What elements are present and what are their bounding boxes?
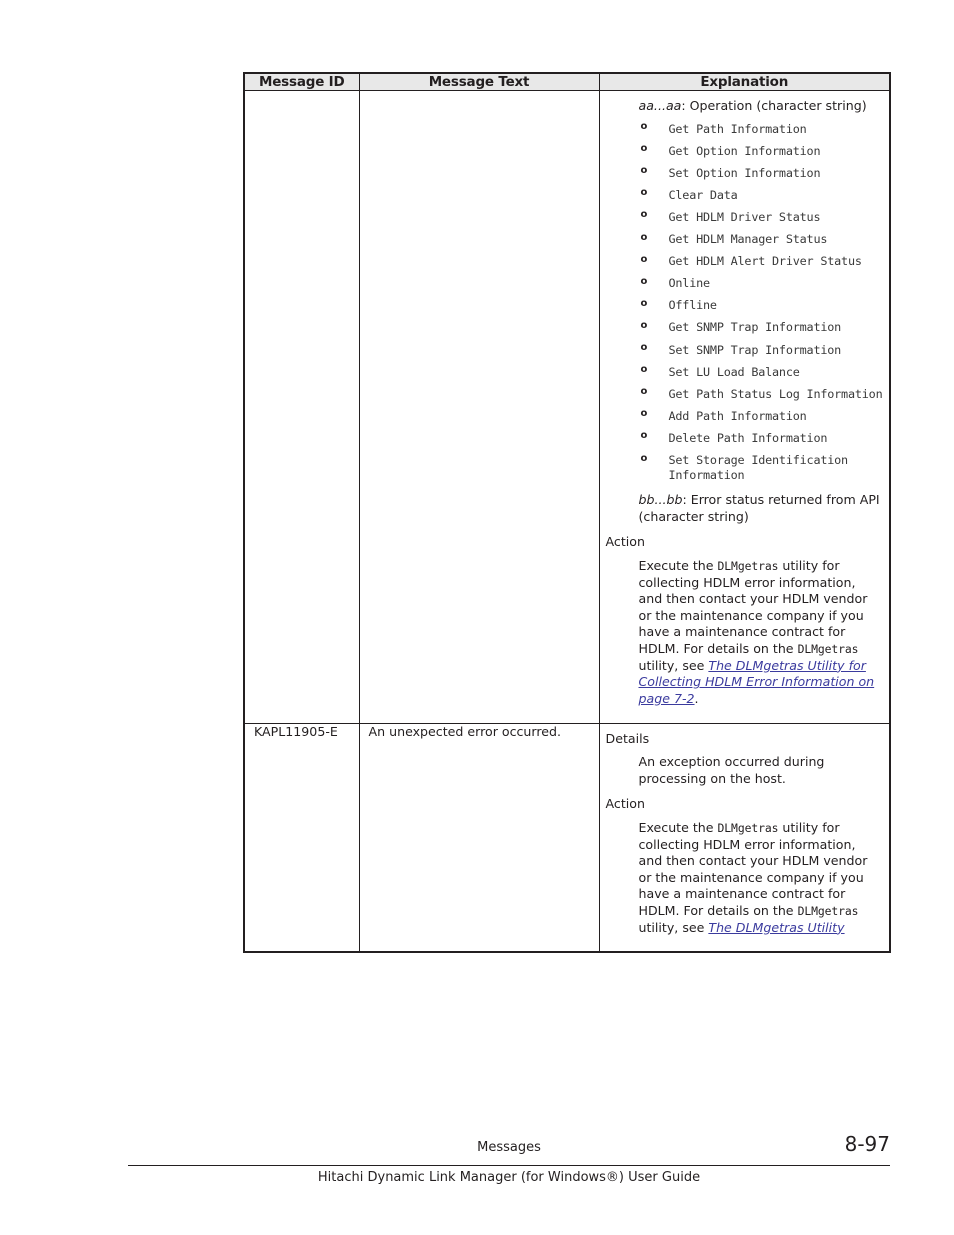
- list-item: Set Storage Identification Information: [639, 453, 884, 483]
- cell-message-text: [358, 90, 600, 724]
- column-header-message-text: Message Text: [358, 72, 600, 91]
- variable-aa-description: aa...aa: Operation (character string): [639, 98, 884, 115]
- details-body: An exception occurred during processing …: [638, 754, 825, 786]
- table-body: aa...aa: Operation (character string) Ge…: [243, 90, 891, 953]
- footer-page-number: 8-97: [844, 1132, 890, 1156]
- action-body: Execute the DLMgetras utility for collec…: [639, 558, 884, 707]
- dlmgetras-command-2: DLMgetras: [797, 642, 859, 657]
- action-label: Action: [605, 796, 645, 812]
- list-item: Set Option Information: [639, 165, 884, 181]
- cell-message-id: [243, 90, 360, 724]
- action-text-part-4: .: [694, 690, 699, 706]
- list-item: Get Option Information: [639, 143, 884, 159]
- action-text-part-3: utility, see: [638, 657, 709, 673]
- cell-message-text: An unexpected error occurred.: [358, 722, 600, 953]
- page-footer: Messages 8-97 Hitachi Dynamic Link Manag…: [128, 1132, 890, 1185]
- document-page: Message ID Message Text Explanation aa..…: [0, 0, 954, 1235]
- list-item: Set LU Load Balance: [639, 364, 884, 380]
- cell-message-id: KAPL11905-E: [243, 722, 360, 953]
- variable-aa-label: aa...aa: [638, 98, 682, 113]
- action-label: Action: [605, 534, 645, 550]
- cell-explanation: aa...aa: Operation (character string) Ge…: [598, 90, 891, 724]
- list-item: Set SNMP Trap Information: [639, 342, 884, 358]
- list-item: Get Path Status Log Information: [639, 386, 884, 402]
- list-item: Clear Data: [639, 187, 884, 203]
- dlmgetras-command-1: DLMgetras: [717, 559, 779, 574]
- column-header-message-id: Message ID: [243, 72, 360, 91]
- dlmgetras-command-2: DLMgetras: [797, 904, 859, 918]
- variable-bb-description: bb...bb: Error status returned from API …: [639, 492, 884, 525]
- list-item: Online: [639, 276, 884, 291]
- list-item: Add Path Information: [639, 408, 884, 424]
- operation-list: Get Path Information Get Option Informat…: [606, 121, 884, 484]
- messages-table: Message ID Message Text Explanation aa..…: [243, 72, 891, 954]
- details-label: Details: [605, 730, 650, 746]
- footer-section-name: Messages: [477, 1140, 541, 1155]
- variable-bb-label: bb...bb: [638, 492, 683, 508]
- list-item: Get SNMP Trap Information: [639, 320, 884, 335]
- action-text-part-3: utility, see: [638, 919, 709, 935]
- cross-reference-link[interactable]: The DLMgetras Utility: [708, 920, 844, 935]
- action-body: Execute the DLMgetras utility for collec…: [639, 820, 884, 936]
- list-item: Offline: [639, 298, 884, 313]
- table-row: KAPL11905-E An unexpected error occurred…: [243, 722, 891, 953]
- list-item: Get HDLM Alert Driver Status: [639, 254, 884, 269]
- table-row: aa...aa: Operation (character string) Ge…: [243, 90, 891, 724]
- table-header: Message ID Message Text Explanation: [243, 72, 891, 91]
- action-text-part-1: Execute the: [638, 819, 718, 835]
- list-item: Delete Path Information: [639, 430, 884, 446]
- dlmgetras-command-1: DLMgetras: [717, 820, 779, 835]
- cell-explanation: Details An exception occurred during pro…: [598, 722, 891, 953]
- footer-guide-title: Hitachi Dynamic Link Manager (for Window…: [317, 1170, 701, 1185]
- list-item: Get Path Information: [639, 121, 884, 137]
- variable-aa-text: : Operation (character string): [681, 98, 867, 113]
- action-text-part-1: Execute the: [638, 558, 718, 574]
- list-item: Get HDLM Manager Status: [639, 232, 884, 247]
- column-header-explanation: Explanation: [598, 72, 891, 91]
- table-header-row: Message ID Message Text Explanation: [243, 72, 891, 91]
- footer-top-row: Messages 8-97: [128, 1132, 890, 1162]
- list-item: Get HDLM Driver Status: [639, 209, 884, 225]
